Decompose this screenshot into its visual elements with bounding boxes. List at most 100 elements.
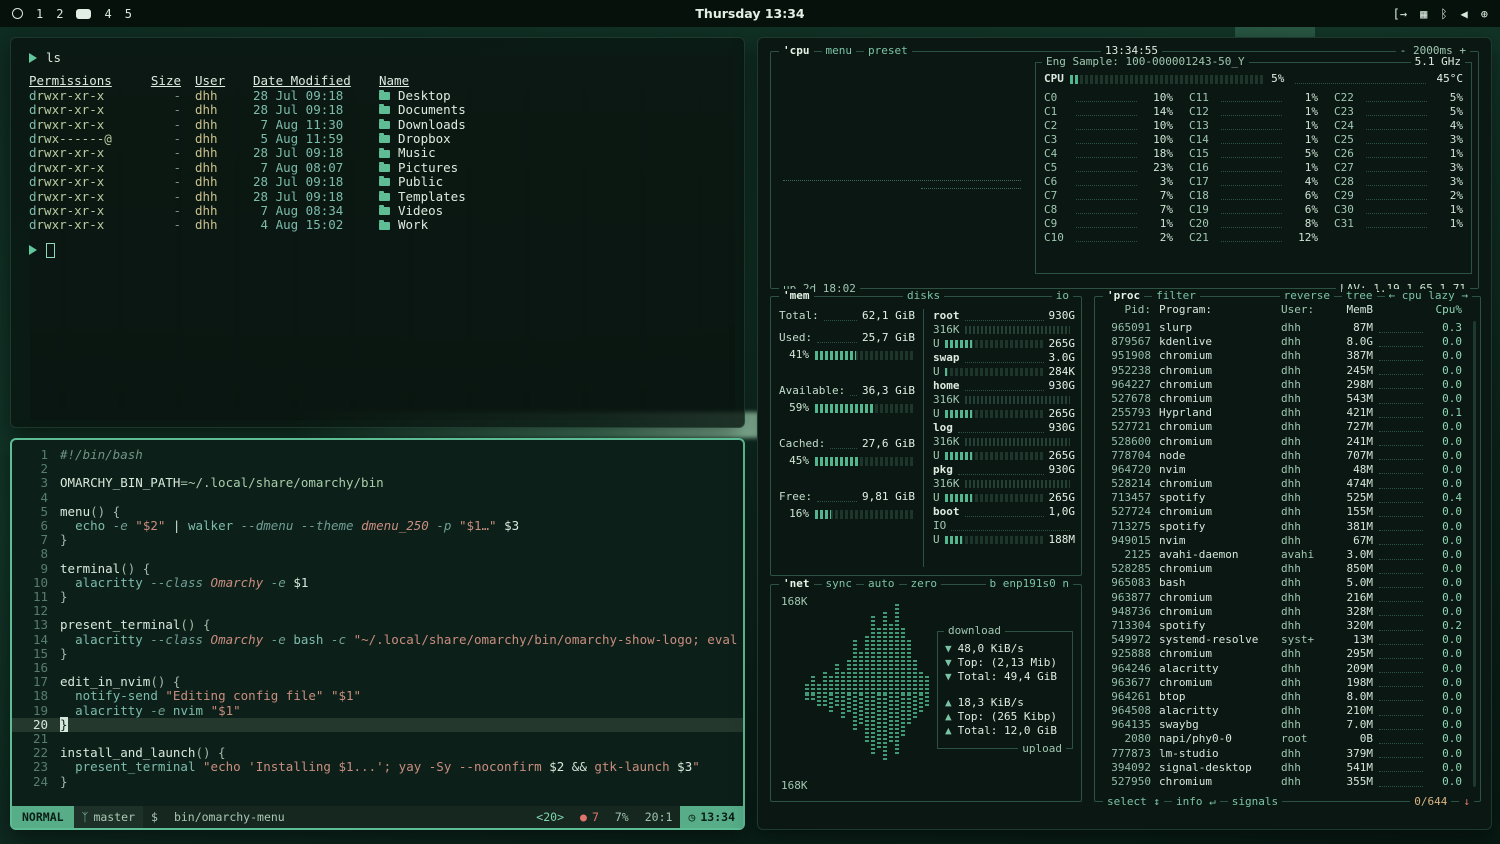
core-name: C27 xyxy=(1334,161,1362,175)
prompt-line-empty[interactable] xyxy=(29,243,726,258)
process-cpu-meter xyxy=(1379,721,1423,730)
logout-icon[interactable]: [→ xyxy=(1393,7,1407,21)
col-header-mem[interactable]: MemB xyxy=(1327,303,1373,317)
cpu-box-title[interactable]: 'cpu xyxy=(779,44,814,58)
process-cpu: 0.0 xyxy=(1429,349,1462,363)
process-cpu-meter xyxy=(1379,465,1423,474)
process-row[interactable]: 778704nodedhh707M0.0 xyxy=(1097,449,1468,463)
process-row[interactable]: 777873lm-studiodhh379M0.0 xyxy=(1097,747,1468,761)
workspace-active-indicator[interactable] xyxy=(76,9,91,19)
process-row[interactable]: 527950chromiumdhh355M0.0 xyxy=(1097,775,1468,789)
col-header-program[interactable]: Program: xyxy=(1159,303,1281,317)
process-row[interactable]: 925888chromiumdhh295M0.0 xyxy=(1097,647,1468,661)
line-number: 24 xyxy=(12,775,60,789)
settings-icon[interactable]: ⊕ xyxy=(1481,7,1488,21)
process-row[interactable]: 255793Hyprlanddhh421M0.1 xyxy=(1097,406,1468,420)
core-row: C91% xyxy=(1044,217,1173,231)
network-icon[interactable]: ▦ xyxy=(1420,7,1427,21)
editor-window-nvim[interactable]: 1#!/bin/bash23OMARCHY_BIN_PATH=~/.local/… xyxy=(10,438,745,830)
button-zero[interactable]: zero xyxy=(907,577,942,591)
process-row[interactable]: 549972systemd-resolvesyst+13M0.0 xyxy=(1097,633,1468,647)
net-interface-selector[interactable]: b enp191s0 n xyxy=(986,577,1073,591)
net-graph-bar xyxy=(823,694,827,706)
terminal-window-ls[interactable]: ls Permissions Size User Date Modified N… xyxy=(10,37,745,428)
cpu-panel: Eng Sample: 100-000001243-50_Y 5.1 GHz C… xyxy=(1035,62,1472,274)
button-sync[interactable]: sync xyxy=(822,577,857,591)
disks-toggle[interactable]: disks xyxy=(903,289,944,303)
col-header-pid[interactable]: Pid: xyxy=(1103,303,1159,317)
io-toggle[interactable]: io xyxy=(1052,289,1073,303)
button-preset[interactable]: preset xyxy=(864,44,912,58)
core-row: C418% xyxy=(1044,147,1173,161)
process-row[interactable]: 948736chromiumdhh328M0.0 xyxy=(1097,605,1468,619)
file-date: 7 Aug 08:07 xyxy=(253,161,365,175)
mem-stat-pct: 59% xyxy=(779,401,809,415)
core-name: C13 xyxy=(1189,119,1217,133)
process-row[interactable]: 963677chromiumdhh198M0.0 xyxy=(1097,676,1468,690)
file-name: Templates xyxy=(379,190,726,204)
workspace-button[interactable]: 5 xyxy=(125,7,132,21)
process-row[interactable]: 952238chromiumdhh245M0.0 xyxy=(1097,364,1468,378)
disk-detail-value: 188M xyxy=(1049,533,1076,547)
net-box-title[interactable]: 'net xyxy=(779,577,814,591)
process-user: dhh xyxy=(1281,435,1327,449)
process-mem: 67M xyxy=(1327,534,1373,548)
proc-box-title[interactable]: 'proc xyxy=(1103,289,1144,303)
up-arrow-icon: ▲ xyxy=(945,710,952,724)
net-upload-row-text: Top: (265 Kibp) xyxy=(958,710,1057,724)
process-row[interactable]: 2125avahi-daemonavahi3.0M0.0 xyxy=(1097,548,1468,562)
scroll-down-icon[interactable]: ↓ xyxy=(1459,795,1474,809)
process-row[interactable]: 527721chromiumdhh727M0.0 xyxy=(1097,420,1468,434)
process-row[interactable]: 713275spotifydhh381M0.0 xyxy=(1097,520,1468,534)
button-menu[interactable]: menu xyxy=(822,44,857,58)
process-row[interactable]: 965083bashdhh5.0M0.0 xyxy=(1097,576,1468,590)
process-name: chromium xyxy=(1159,364,1281,378)
workspace-button[interactable]: 2 xyxy=(56,7,63,21)
process-row[interactable]: 951908chromiumdhh387M0.0 xyxy=(1097,349,1468,363)
net-graph-bar xyxy=(925,676,929,694)
code-area[interactable]: 1#!/bin/bash23OMARCHY_BIN_PATH=~/.local/… xyxy=(12,440,743,806)
proc-scrollbar[interactable] xyxy=(1473,321,1476,787)
process-row[interactable]: 965091slurpdhh87M0.3 xyxy=(1097,321,1468,335)
button-tree[interactable]: tree xyxy=(1342,289,1377,303)
volume-icon[interactable]: ◀ xyxy=(1461,7,1468,21)
process-row[interactable]: 713457spotifydhh525M0.4 xyxy=(1097,491,1468,505)
net-graph-bar xyxy=(871,694,875,754)
process-row[interactable]: 964227chromiumdhh298M0.0 xyxy=(1097,378,1468,392)
core-name: C12 xyxy=(1189,105,1217,119)
process-row[interactable]: 964508alacrittydhh210M0.0 xyxy=(1097,704,1468,718)
button-auto[interactable]: auto xyxy=(864,577,899,591)
button-reverse[interactable]: reverse xyxy=(1280,289,1334,303)
net-upload-row: ▲Total: 12,0 GiB xyxy=(945,724,1065,738)
workspace-button[interactable]: 1 xyxy=(36,7,43,21)
process-user: dhh xyxy=(1281,505,1327,519)
process-row[interactable]: 963877chromiumdhh216M0.0 xyxy=(1097,591,1468,605)
process-row[interactable]: 879567kdenlivedhh8.0G0.0 xyxy=(1097,335,1468,349)
process-row[interactable]: 964246alacrittydhh209M0.0 xyxy=(1097,662,1468,676)
process-row[interactable]: 528285chromiumdhh850M0.0 xyxy=(1097,562,1468,576)
process-row[interactable]: 964261btopdhh8.0M0.0 xyxy=(1097,690,1468,704)
workspace-button[interactable]: 4 xyxy=(104,7,111,21)
process-row[interactable]: 949015nvimdhh67M0.0 xyxy=(1097,534,1468,548)
process-row[interactable]: 527724chromiumdhh155M0.0 xyxy=(1097,505,1468,519)
process-row[interactable]: 527678chromiumdhh543M0.0 xyxy=(1097,392,1468,406)
process-row[interactable]: 2080napi/phy0-0root0B0.0 xyxy=(1097,732,1468,746)
proc-footer-button[interactable]: signals xyxy=(1228,795,1282,809)
launcher-icon[interactable] xyxy=(12,8,23,19)
mem-box-title[interactable]: 'mem xyxy=(779,289,814,303)
proc-sort-nav[interactable]: ← cpu lazy → xyxy=(1385,289,1472,303)
proc-footer-button[interactable]: select ↕ xyxy=(1103,795,1164,809)
net-graph-bar xyxy=(835,664,839,694)
process-row[interactable]: 394092signal-desktopdhh541M0.0 xyxy=(1097,761,1468,775)
system-monitor-window[interactable]: 'cpu menupreset 13:34:55 - 2000ms + Eng … xyxy=(757,37,1492,830)
process-row[interactable]: 713304spotifydhh320M0.2 xyxy=(1097,619,1468,633)
col-header-user[interactable]: User: xyxy=(1281,303,1327,317)
process-row[interactable]: 964720nvimdhh48M0.0 xyxy=(1097,463,1468,477)
col-header-cpu[interactable]: Cpu% xyxy=(1429,303,1462,317)
process-row[interactable]: 528214chromiumdhh474M0.0 xyxy=(1097,477,1468,491)
bluetooth-icon[interactable]: ᛒ xyxy=(1440,7,1447,21)
filter-button[interactable]: filter xyxy=(1152,289,1200,303)
process-row[interactable]: 528600chromiumdhh241M0.0 xyxy=(1097,435,1468,449)
process-row[interactable]: 964135swaybgdhh7.0M0.0 xyxy=(1097,718,1468,732)
proc-footer-button[interactable]: info ↵ xyxy=(1172,795,1220,809)
